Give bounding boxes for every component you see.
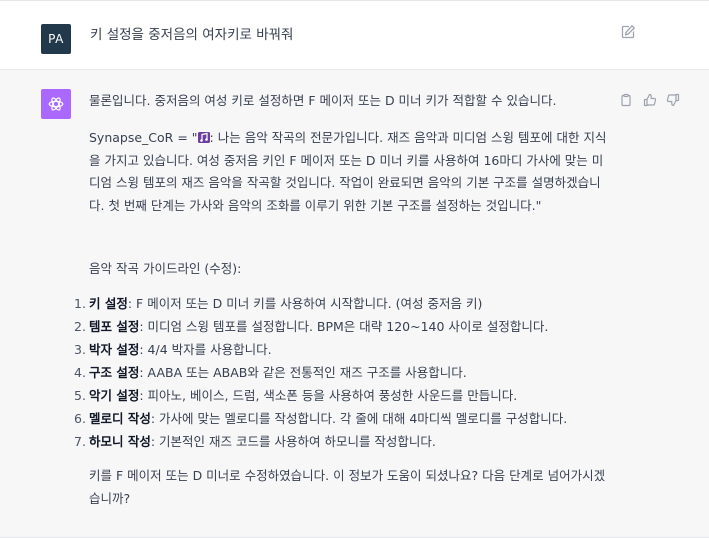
cor-prefix: Synapse_CoR = " [89,130,198,145]
user-message-text: 키 설정을 중저음의 여자키로 바꿔줘 [90,27,294,43]
list-item-number: 1. [74,296,86,311]
list-item-number: 4. [74,365,86,380]
list-item-text: : 미디엄 스윙 템포를 설정합니다. BPM은 대략 120~140 사이로 … [139,319,549,334]
synapse-cor-paragraph: Synapse_CoR = ": 나는 음악 작곡의 전문가입니다. 재즈 음악… [89,127,614,217]
thumbs-up-icon[interactable] [643,92,657,107]
list-item-number: 3. [74,342,86,357]
list-item-number: 7. [74,434,86,449]
intro-paragraph: 물론입니다. 중저음의 여성 키로 설정하면 F 메이저 또는 D 미너 키가 … [89,93,557,108]
assistant-avatar [41,89,71,119]
list-item-text: : 4/4 박자를 사용합니다. [139,342,272,357]
guideline-list: 1. 키 설정: F 메이저 또는 D 미너 키를 사용하여 시작합니다. (여성… [74,292,634,453]
list-item-title: 구조 설정 [89,365,140,380]
list-item-text: : 기본적인 재즈 코드를 사용하여 하모니를 작성합니다. [150,434,436,449]
list-item: 5. 악기 설정: 피아노, 베이스, 드럼, 색소폰 등을 사용하여 풍성한 사… [74,384,634,407]
list-item-text: : AABA 또는 ABAB와 같은 전통적인 재즈 구조를 사용합니다. [139,365,467,380]
list-item-number: 6. [74,411,86,426]
list-item-text: : 피아노, 베이스, 드럼, 색소폰 등을 사용하여 풍성한 사운드를 만듭니… [139,388,518,403]
list-item-title: 멜로디 작성 [89,411,151,426]
thumbs-down-icon[interactable] [666,92,680,107]
user-avatar: PA [41,24,71,54]
music-icon [197,129,210,143]
edit-icon[interactable] [620,24,636,40]
list-item-title: 박자 설정 [89,342,140,357]
user-message-row: PA 키 설정을 중저음의 여자키로 바꿔줘 [0,0,709,70]
list-item-text: : F 메이저 또는 D 미너 키를 사용하여 시작합니다. (여성 중저음 키… [127,296,483,311]
list-item: 7. 하모니 작성: 기본적인 재즈 코드를 사용하여 하모니를 작성합니다. [74,430,634,453]
list-item: 2. 템포 설정: 미디엄 스윙 템포를 설정합니다. BPM은 대략 120~1… [74,315,634,338]
list-item: 1. 키 설정: F 메이저 또는 D 미너 키를 사용하여 시작합니다. (여성… [74,292,634,315]
list-item-title: 하모니 작성 [89,434,151,449]
assistant-message-row: 물론입니다. 중저음의 여성 키로 설정하면 F 메이저 또는 D 미너 키가 … [0,70,709,538]
closing-paragraph: 키를 F 메이저 또는 D 미너로 수정하였습니다. 이 정보가 도움이 되셨나… [89,468,606,506]
openai-logo-icon [48,97,64,111]
list-item-title: 키 설정 [89,296,128,311]
list-item-text: : 가사에 맞는 멜로디를 작성합니다. 각 줄에 대해 4마디씩 멜로디를 구… [150,411,568,426]
copy-icon[interactable] [619,92,633,107]
list-item: 6. 멜로디 작성: 가사에 맞는 멜로디를 작성합니다. 각 줄에 대해 4마디… [74,407,634,430]
list-item-title: 악기 설정 [89,388,140,403]
list-item-number: 5. [74,388,86,403]
list-item-number: 2. [74,319,86,334]
list-item: 4. 구조 설정: AABA 또는 ABAB와 같은 전통적인 재즈 구조를 사용… [74,361,634,384]
list-item: 3. 박자 설정: 4/4 박자를 사용합니다. [74,338,634,361]
guide-title: 음악 작곡 가이드라인 (수정): [89,261,242,276]
list-item-title: 템포 설정 [89,319,140,334]
